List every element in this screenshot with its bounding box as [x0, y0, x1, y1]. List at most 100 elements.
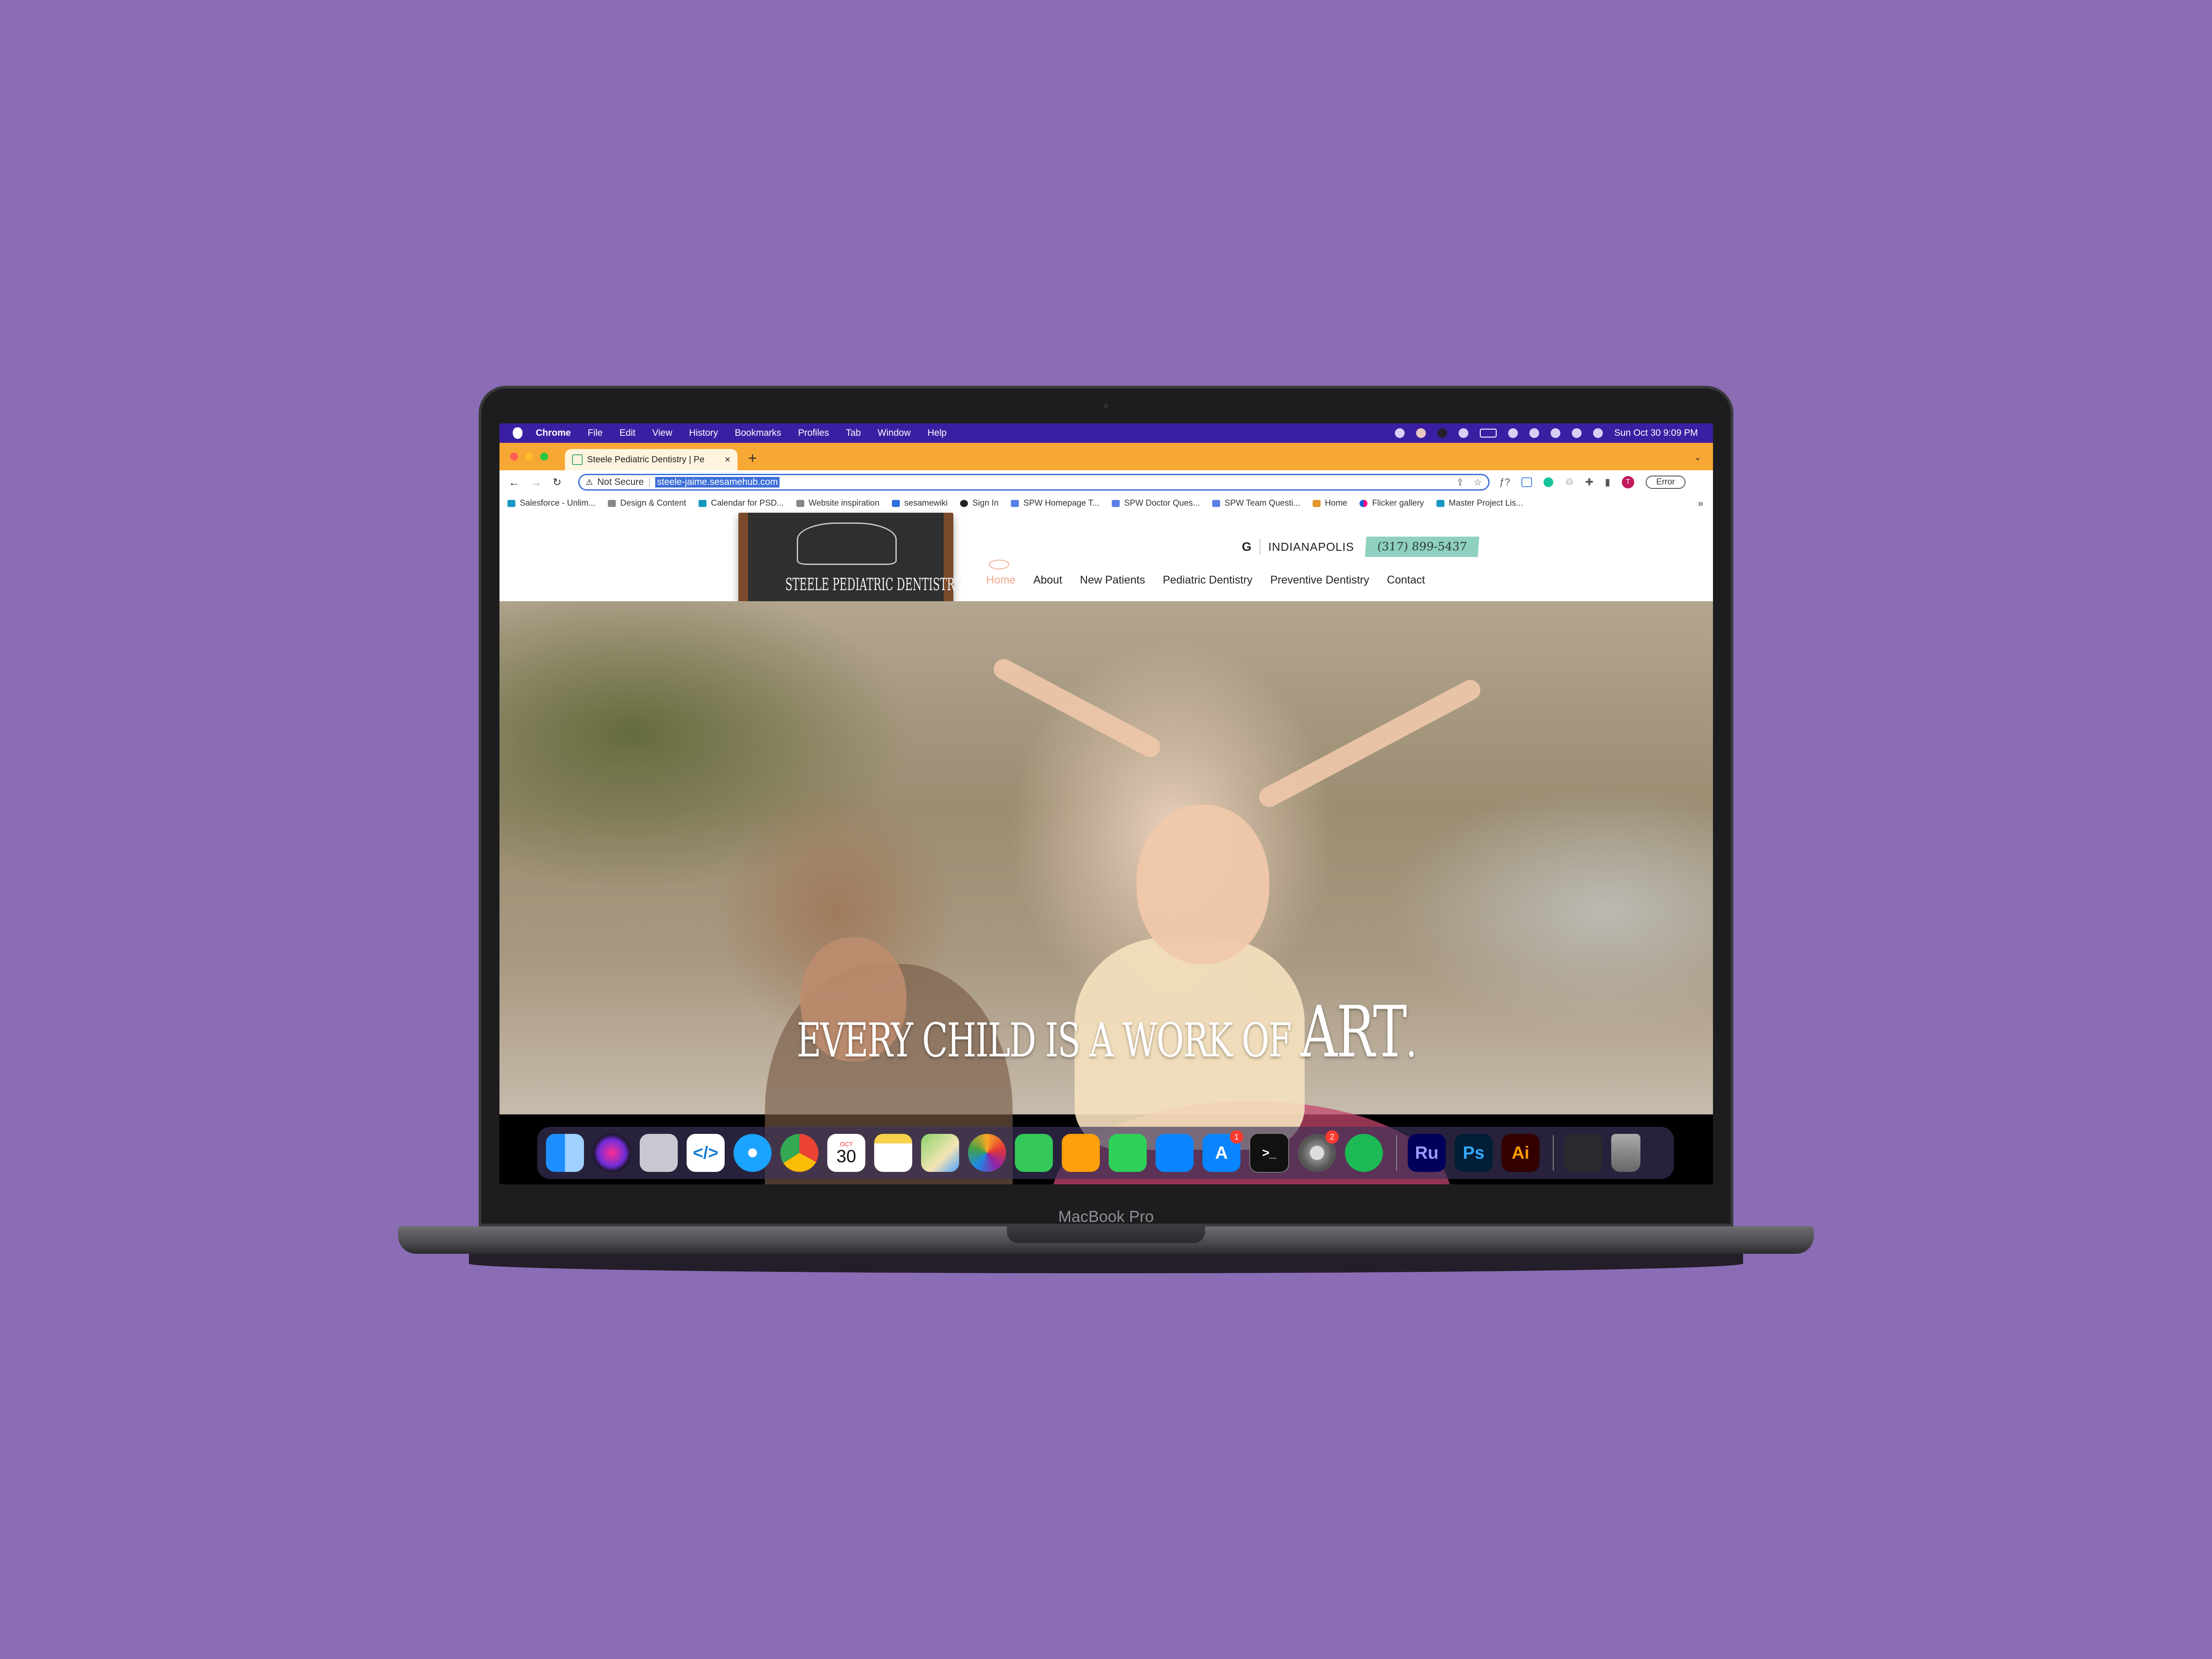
extension-grammarly-icon[interactable]	[1544, 477, 1554, 487]
tab-search-chevron-icon[interactable]: ⌄	[1694, 452, 1701, 463]
google-reviews-icon[interactable]: G	[1242, 540, 1252, 554]
status-app-icon-2[interactable]	[1416, 428, 1426, 438]
site-header	[499, 513, 1713, 601]
dock-divider	[1396, 1135, 1397, 1171]
app-store-icon[interactable]: A1	[1202, 1130, 1243, 1172]
nav-new-patients[interactable]: New Patients	[1080, 574, 1145, 587]
minimize-window-button[interactable]	[525, 453, 533, 461]
browser-tab[interactable]: Steele Pediatric Dentistry | Pe ×	[565, 449, 737, 470]
bookmark-flicker[interactable]: Flicker gallery	[1359, 499, 1424, 508]
extension-icon-2[interactable]: ♲	[1565, 476, 1574, 488]
side-panel-icon[interactable]: ▮	[1605, 476, 1610, 488]
apple-icon[interactable]	[513, 427, 522, 439]
nav-preventive-dentistry[interactable]: Preventive Dentistry	[1270, 574, 1369, 587]
close-window-button[interactable]	[510, 453, 518, 461]
bookmark-calendar[interactable]: Calendar for PSD...	[698, 499, 784, 508]
nav-contact[interactable]: Contact	[1387, 574, 1425, 587]
bookmark-design-content[interactable]: Design & Content	[608, 499, 686, 508]
chrome-icon[interactable]	[780, 1134, 818, 1172]
security-label[interactable]: Not Secure	[597, 477, 644, 488]
safari-icon[interactable]	[733, 1134, 772, 1172]
messages-icon[interactable]	[1015, 1134, 1053, 1172]
menu-bookmarks[interactable]: Bookmarks	[735, 428, 781, 438]
system-settings-icon[interactable]: 2	[1298, 1130, 1339, 1172]
siri-icon[interactable]	[1593, 428, 1603, 438]
menu-file[interactable]: File	[588, 428, 603, 438]
location-label[interactable]: INDIANAPOLIS	[1268, 540, 1354, 554]
user-icon[interactable]	[1529, 428, 1539, 438]
photos-icon[interactable]	[968, 1134, 1006, 1172]
zoom-window-button[interactable]	[540, 453, 548, 461]
control-center-icon[interactable]	[1571, 428, 1582, 438]
laptop-foot	[469, 1254, 1743, 1273]
nav-about[interactable]: About	[1033, 574, 1062, 587]
bookmark-salesforce[interactable]: Salesforce - Unlim...	[507, 499, 595, 508]
profile-avatar[interactable]: T	[1621, 476, 1634, 488]
numbers-icon[interactable]	[1109, 1134, 1147, 1172]
finder-icon[interactable]	[546, 1134, 584, 1172]
bookmark-spw-homepage[interactable]: SPW Homepage T...	[1011, 499, 1099, 508]
calendar-icon[interactable]: OCT 30	[827, 1134, 865, 1172]
launchpad-icon[interactable]	[640, 1134, 678, 1172]
keynote-icon[interactable]	[1156, 1134, 1194, 1172]
camera	[1103, 403, 1109, 409]
search-icon[interactable]	[1550, 428, 1560, 438]
photoshop-icon[interactable]: Ps	[1455, 1134, 1493, 1172]
pages-icon[interactable]	[1062, 1134, 1100, 1172]
new-tab-button[interactable]: +	[748, 450, 757, 467]
menu-help[interactable]: Help	[928, 428, 947, 438]
bookmark-master-project[interactable]: Master Project Lis...	[1436, 499, 1523, 508]
trash-icon[interactable]	[1611, 1134, 1640, 1172]
bookmark-star-icon[interactable]: ☆	[1474, 477, 1482, 488]
extensions-puzzle-icon[interactable]: ✚	[1585, 476, 1593, 488]
menu-app-name[interactable]: Chrome	[536, 428, 571, 438]
back-icon[interactable]: ←	[508, 476, 520, 489]
bookmark-label: Master Project Lis...	[1448, 499, 1523, 508]
kids-drawing-icon	[797, 522, 897, 565]
bookmark-spw-team[interactable]: SPW Team Questi...	[1212, 499, 1300, 508]
address-bar[interactable]: ⚠ Not Secure steele-jaime.sesamehub.com …	[578, 474, 1490, 491]
moon-icon[interactable]	[1458, 428, 1468, 438]
error-button[interactable]: Error	[1645, 476, 1686, 489]
siri-icon[interactable]	[593, 1134, 631, 1172]
phone-button[interactable]: (317) 899-5437	[1365, 537, 1479, 557]
status-app-icon-3[interactable]	[1437, 428, 1447, 438]
bookmark-spw-doctor[interactable]: SPW Doctor Ques...	[1112, 499, 1200, 508]
wifi-icon[interactable]	[1508, 428, 1518, 438]
more-bookmarks-icon[interactable]: »	[1698, 498, 1703, 509]
bookmark-label: Salesforce - Unlim...	[520, 499, 596, 508]
menu-edit[interactable]: Edit	[619, 428, 635, 438]
illustrator-icon[interactable]: Ai	[1502, 1134, 1540, 1172]
bookmark-sesamewiki[interactable]: sesamewiki	[891, 499, 948, 508]
adobe-rush-icon[interactable]: Ru	[1408, 1134, 1446, 1172]
reload-icon[interactable]: ↻	[553, 476, 561, 489]
extension-function-icon[interactable]: ƒ?	[1499, 476, 1510, 488]
menu-history[interactable]: History	[689, 428, 718, 438]
menu-tab[interactable]: Tab	[846, 428, 861, 438]
terminal-icon[interactable]: >_	[1249, 1133, 1289, 1173]
spotify-icon[interactable]	[1345, 1134, 1383, 1172]
vscode-icon[interactable]: </>	[687, 1134, 725, 1172]
notes-icon[interactable]	[874, 1134, 912, 1172]
url-text[interactable]: steele-jaime.sesamehub.com	[655, 477, 780, 488]
menu-view[interactable]: View	[652, 428, 672, 438]
menu-clock[interactable]: Sun Oct 30 9:09 PM	[1614, 428, 1698, 438]
hero-image: EVERY CHILD IS A WORK OF ART.	[499, 601, 1713, 1184]
nav-pediatric-dentistry[interactable]: Pediatric Dentistry	[1163, 574, 1252, 587]
menu-profiles[interactable]: Profiles	[798, 428, 829, 438]
extension-icon-1[interactable]	[1521, 477, 1532, 487]
bookmark-label: SPW Homepage T...	[1023, 499, 1100, 508]
downloads-stack-icon[interactable]	[1564, 1134, 1602, 1172]
share-icon[interactable]: ⇪	[1456, 477, 1464, 488]
bookmark-sign-in[interactable]: Sign In	[960, 499, 998, 508]
menu-bar: Chrome File Edit View History Bookmarks …	[499, 423, 1713, 443]
forward-icon[interactable]: →	[530, 476, 542, 489]
battery-icon[interactable]	[1479, 429, 1497, 438]
tab-close-icon[interactable]: ×	[725, 454, 730, 465]
bookmark-website-inspiration[interactable]: Website inspiration	[796, 499, 879, 508]
nav-home[interactable]: Home	[986, 560, 1016, 587]
status-app-icon[interactable]	[1394, 428, 1405, 438]
maps-icon[interactable]	[921, 1134, 959, 1172]
menu-window[interactable]: Window	[878, 428, 911, 438]
bookmark-home[interactable]: Home	[1312, 499, 1347, 508]
